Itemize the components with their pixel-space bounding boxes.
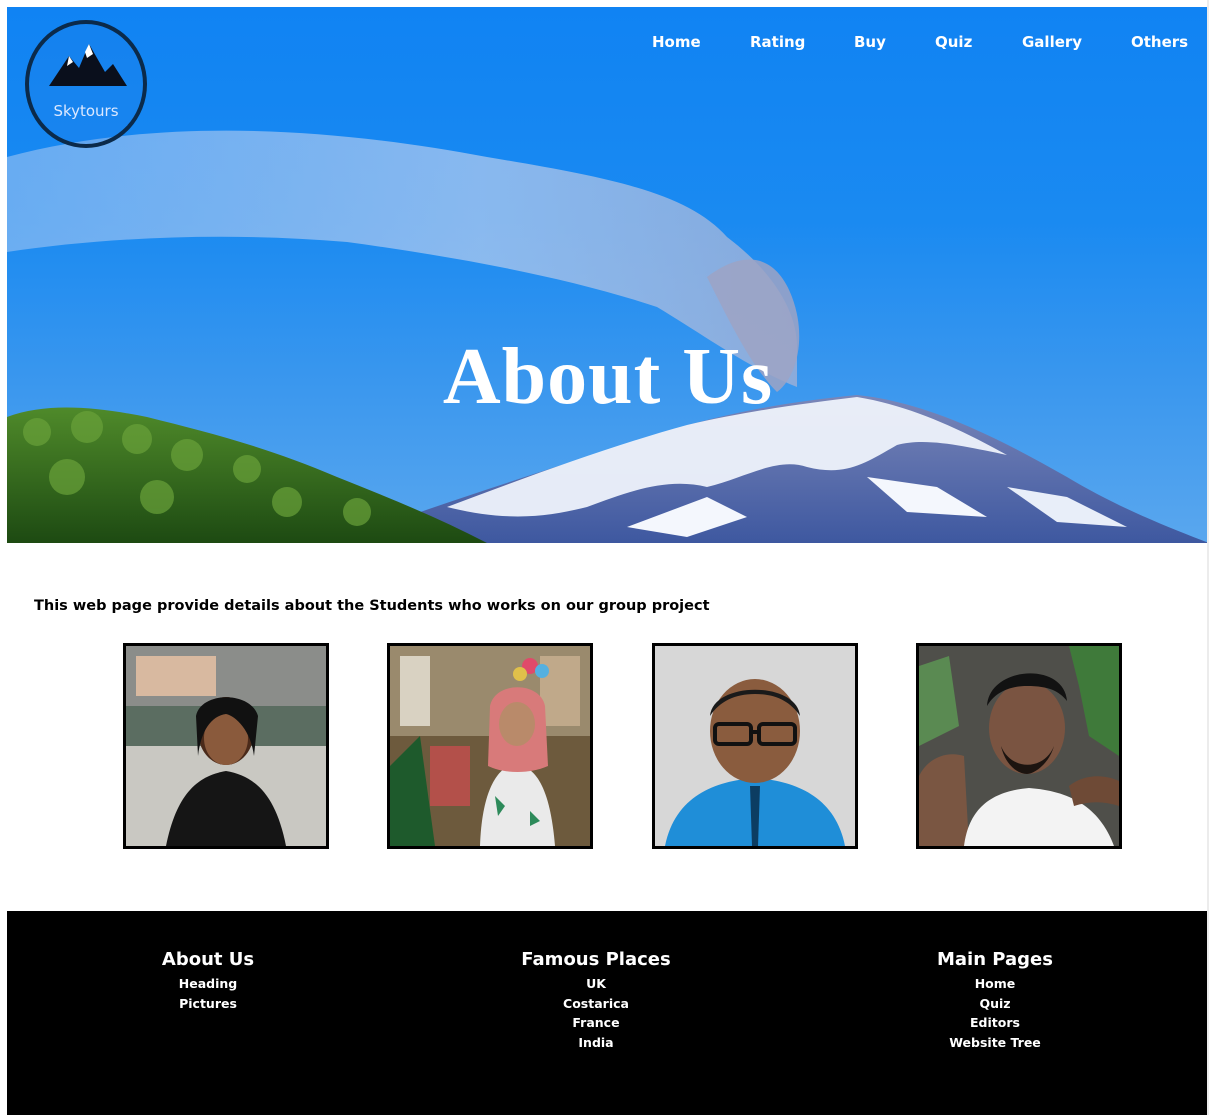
nav-others[interactable]: Others — [1131, 33, 1188, 51]
logo-text: Skytours — [53, 102, 119, 120]
student-photo-2 — [387, 643, 593, 849]
nav-quiz[interactable]: Quiz — [935, 33, 972, 51]
page-title: About Us — [442, 333, 774, 421]
footer-heading: Famous Places — [521, 949, 671, 970]
footer-link-uk[interactable]: UK — [446, 974, 746, 994]
student-photo-image — [126, 646, 326, 846]
footer-link-quiz[interactable]: Quiz — [845, 994, 1145, 1014]
footer-link-editors[interactable]: Editors — [845, 1013, 1145, 1033]
footer-link-pictures[interactable]: Pictures — [58, 994, 358, 1014]
footer: About Us Heading Pictures Famous Places … — [7, 911, 1207, 1115]
footer-link-india[interactable]: India — [446, 1033, 746, 1053]
nav-gallery[interactable]: Gallery — [1022, 33, 1082, 51]
nav-home[interactable]: Home — [652, 33, 701, 51]
top-navigation: Home Rating Buy Quiz Gallery Others — [7, 33, 1209, 53]
footer-link-home[interactable]: Home — [845, 974, 1145, 994]
student-photo-4 — [916, 643, 1122, 849]
footer-heading: Main Pages — [937, 949, 1053, 970]
student-photo-image — [390, 646, 590, 846]
student-photo-1 — [123, 643, 329, 849]
footer-column-about-us: About Us Heading Pictures — [58, 949, 358, 1013]
footer-heading: About Us — [161, 949, 255, 970]
footer-link-heading[interactable]: Heading — [58, 974, 358, 994]
footer-column-famous-places: Famous Places UK Costarica France India — [446, 949, 746, 1052]
footer-link-website-tree[interactable]: Website Tree — [845, 1033, 1145, 1053]
student-photo-image — [655, 646, 855, 846]
student-photo-image — [919, 646, 1119, 846]
hero-background-image — [7, 130, 1209, 543]
footer-link-france[interactable]: France — [446, 1013, 746, 1033]
footer-link-costarica[interactable]: Costarica — [446, 994, 746, 1014]
nav-buy[interactable]: Buy — [854, 33, 886, 51]
footer-column-main-pages: Main Pages Home Quiz Editors Website Tre… — [845, 949, 1145, 1052]
hero-banner: Skytours Home Rating Buy Quiz Gallery Ot… — [7, 7, 1209, 543]
student-photo-3 — [652, 643, 858, 849]
intro-text: This web page provide details about the … — [34, 598, 710, 614]
nav-rating[interactable]: Rating — [750, 33, 805, 51]
